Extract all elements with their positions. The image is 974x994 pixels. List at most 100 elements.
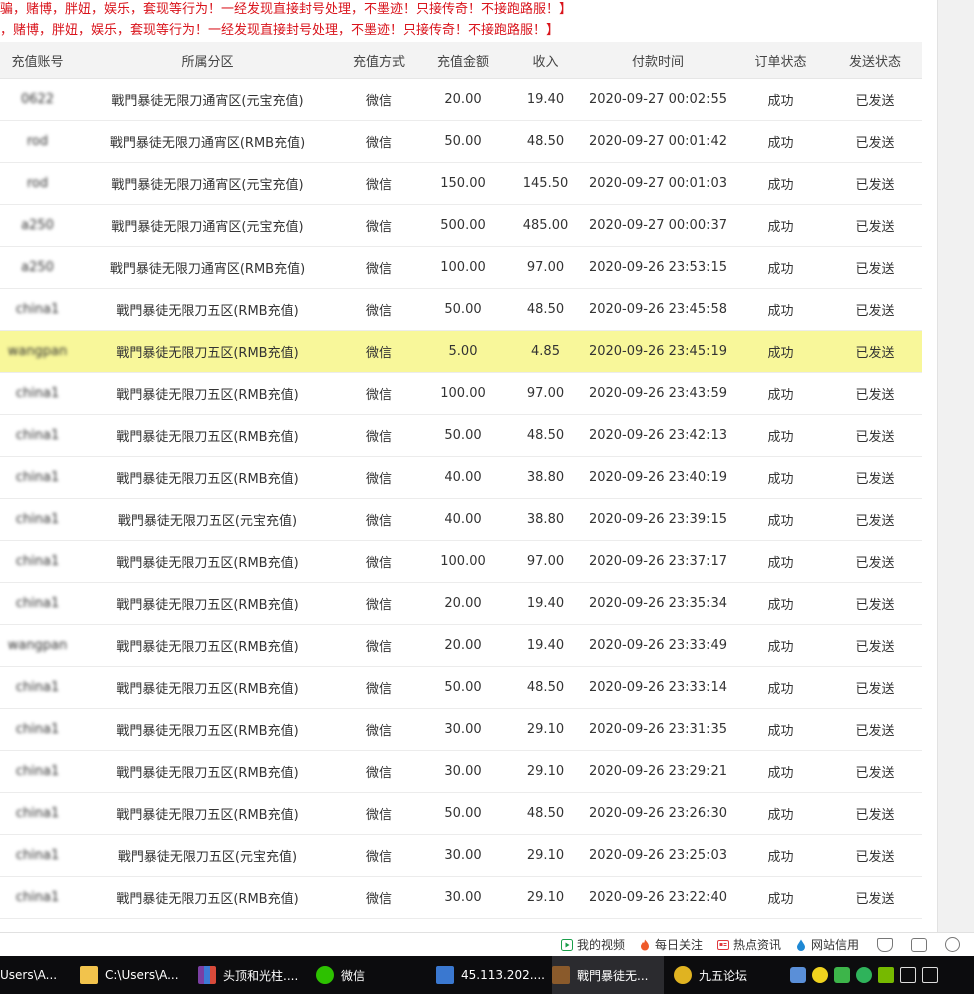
tray-nvidia-icon[interactable] (878, 967, 894, 983)
page-scrollbar[interactable] (937, 0, 974, 932)
tray-app-icon[interactable] (790, 967, 806, 983)
cell-order-status: 成功 (733, 750, 828, 793)
task-label: 戰門暴徒无... (577, 968, 649, 983)
cell-amount: 100.00 (418, 540, 508, 583)
cell-income: 97.00 (508, 372, 583, 415)
cell-income: 48.50 (508, 120, 583, 163)
notice-line-1: 骗，赌博，胖妞，娱乐，套现等行为！一经发现直接封号处理，不墨迹！只接传奇！不接跑… (0, 2, 573, 17)
cell-send-status: 已发送 (828, 204, 922, 247)
cell-pay-time: 2020-09-26 23:42:13 (583, 414, 733, 457)
cell-income: 48.50 (508, 288, 583, 331)
news-label: 我的视频 (576, 938, 625, 952)
cell-pay-time: 2020-09-27 00:00:37 (583, 204, 733, 247)
cell-pay-time: 2020-09-26 23:43:59 (583, 372, 733, 415)
cell-amount: 150.00 (418, 162, 508, 205)
task-forum[interactable]: 九五论坛 (674, 956, 770, 994)
archive-icon (198, 966, 216, 984)
cell-method: 微信 (340, 246, 418, 289)
cell-zone: 戰門暴徒无限刀五区(RMB充值) (75, 624, 340, 667)
game-icon (552, 966, 570, 984)
cell-account: china1 (0, 582, 75, 625)
cell-account: rod (0, 162, 75, 205)
task-remote-desktop[interactable]: 45.113.202.... (436, 956, 546, 994)
cell-income: 19.40 (508, 624, 583, 667)
cell-order-status: 成功 (733, 498, 828, 541)
cell-zone: 戰門暴徒无限刀五区(RMB充值) (75, 708, 340, 751)
cell-pay-time: 2020-09-27 00:01:03 (583, 162, 733, 205)
task-label: 头顶和光柱.... (223, 968, 299, 983)
cell-pay-time: 2020-09-26 23:22:40 (583, 876, 733, 919)
cell-amount: 500.00 (418, 204, 508, 247)
news-label: 热点资讯 (732, 938, 781, 952)
cell-zone: 戰門暴徒无限刀五区(元宝充值) (75, 834, 340, 877)
cell-pay-time: 2020-09-26 23:33:14 (583, 666, 733, 709)
image-icon[interactable] (911, 937, 927, 952)
table-row: china1 戰門暴徒无限刀五区(元宝充值) 微信 30.00 29.10 20… (0, 834, 922, 877)
task-label: Users\A... (0, 968, 58, 982)
cell-amount: 30.00 (418, 876, 508, 919)
cell-send-status: 已发送 (828, 414, 922, 457)
news-my-videos[interactable]: 我的视频 (560, 936, 625, 953)
cell-send-status: 已发送 (828, 834, 922, 877)
table-row: china1 戰門暴徒无限刀五区(RMB充值) 微信 50.00 48.50 2… (0, 792, 922, 835)
cell-zone: 戰門暴徒无限刀通宵区(元宝充值) (75, 204, 340, 247)
cell-income: 19.40 (508, 582, 583, 625)
cell-method: 微信 (340, 750, 418, 793)
news-site-credit[interactable]: 网站信用 (795, 936, 859, 953)
cell-method: 微信 (340, 624, 418, 667)
cell-zone: 戰門暴徒无限刀五区(RMB充值) (75, 750, 340, 793)
cell-amount: 50.00 (418, 288, 508, 331)
cell-income: 48.50 (508, 414, 583, 457)
cell-method: 微信 (340, 582, 418, 625)
cell-method: 微信 (340, 456, 418, 499)
cell-send-status: 已发送 (828, 330, 922, 373)
task-game-window[interactable]: 戰門暴徒无... (552, 956, 664, 994)
network-icon[interactable] (900, 967, 916, 983)
cell-send-status: 已发送 (828, 540, 922, 583)
tray-plus-icon[interactable] (812, 967, 828, 983)
cell-pay-time: 2020-09-26 23:53:15 (583, 246, 733, 289)
tray-minus-icon[interactable] (856, 967, 872, 983)
header-amount: 充值金额 (418, 42, 508, 79)
table-row: a250 戰門暴徒无限刀通宵区(RMB充值) 微信 100.00 97.00 2… (0, 246, 922, 289)
task-folder[interactable]: C:\Users\A... (80, 956, 190, 994)
table-row: china1 戰門暴徒无限刀五区(RMB充值) 微信 100.00 97.00 … (0, 540, 922, 583)
header-method: 充值方式 (340, 42, 418, 79)
cell-send-status: 已发送 (828, 456, 922, 499)
task-archive[interactable]: 头顶和光柱.... (198, 956, 306, 994)
news-hot-info[interactable]: 热点资讯 (716, 936, 781, 953)
table-row: china1 戰門暴徒无限刀五区(RMB充值) 微信 50.00 48.50 2… (0, 288, 922, 331)
cell-account: a250 (0, 204, 75, 247)
cell-amount: 5.00 (418, 330, 508, 373)
task-label: 微信 (341, 968, 366, 983)
header-account: 充值账号 (0, 42, 75, 79)
news-icon (716, 939, 729, 950)
cell-pay-time: 2020-09-27 00:02:55 (583, 78, 733, 121)
shield-icon[interactable] (877, 937, 893, 952)
table-row: china1 戰門暴徒无限刀五区(RMB充值) 微信 100.00 97.00 … (0, 372, 922, 415)
cell-pay-time: 2020-09-27 00:01:42 (583, 120, 733, 163)
cell-pay-time: 2020-09-26 23:39:15 (583, 498, 733, 541)
cell-send-status: 已发送 (828, 708, 922, 751)
cell-income: 4.85 (508, 330, 583, 373)
cell-method: 微信 (340, 204, 418, 247)
cell-amount: 30.00 (418, 750, 508, 793)
cell-zone: 戰門暴徒无限刀五区(RMB充值) (75, 540, 340, 583)
speaker-muted-icon[interactable] (922, 967, 938, 983)
news-daily-focus[interactable]: 每日关注 (639, 936, 703, 953)
remote-desktop-icon (436, 966, 454, 984)
cell-account: china1 (0, 834, 75, 877)
task-wechat[interactable]: 微信 (316, 956, 426, 994)
cell-pay-time: 2020-09-26 23:37:17 (583, 540, 733, 583)
header-send-status: 发送状态 (828, 42, 922, 79)
cell-account: china1 (0, 750, 75, 793)
cell-zone: 戰門暴徒无限刀五区(RMB充值) (75, 372, 340, 415)
refresh-icon[interactable] (945, 937, 960, 952)
cell-income: 19.40 (508, 78, 583, 121)
task-app-explorer-1[interactable]: Users\A... (0, 956, 74, 994)
header-pay-time: 付款时间 (583, 42, 733, 79)
tray-shield-icon[interactable] (834, 967, 850, 983)
cell-send-status: 已发送 (828, 582, 922, 625)
cell-income: 29.10 (508, 750, 583, 793)
cell-send-status: 已发送 (828, 78, 922, 121)
